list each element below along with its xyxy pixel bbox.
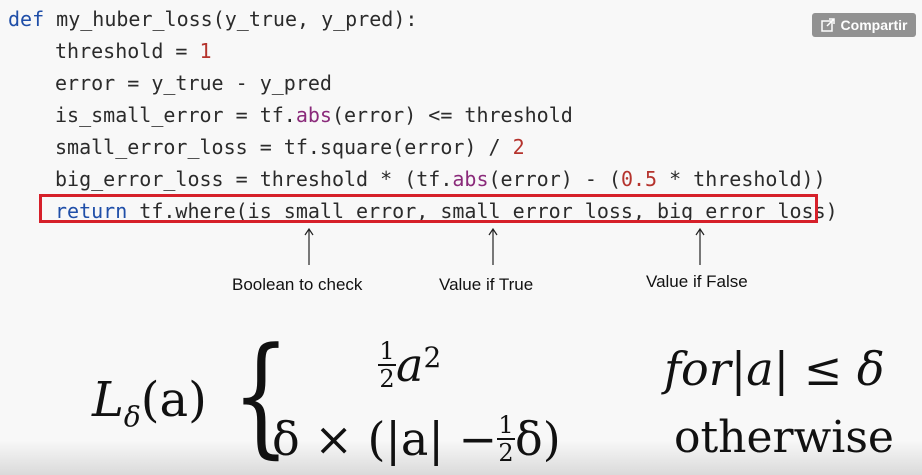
code-line-1: def my_huber_loss(y_true, y_pred): [8, 3, 838, 35]
formula-lhs: Lδ(a) [92, 372, 207, 434]
divisor-value: 2 [512, 135, 525, 159]
fraction-denominator: 2 [379, 365, 395, 393]
big-error-loss-suffix: * threshold)) [657, 167, 826, 191]
half-value: 0.5 [620, 167, 658, 191]
arrow-up-icon [304, 228, 314, 265]
code-line-5: small_error_loss = tf.square(error) / 2 [8, 131, 838, 163]
code-block: def my_huber_loss(y_true, y_pred): thres… [8, 0, 838, 227]
formula-L: L [92, 372, 124, 428]
code-line-2: threshold = 1 [8, 35, 838, 67]
bottom-shadow [0, 440, 922, 475]
formula-delta-subscript: δ [123, 400, 141, 434]
formula-argument: (a) [140, 372, 207, 428]
arrow-up-icon [695, 228, 705, 265]
exponent: 2 [423, 340, 442, 374]
variable-a: a [396, 338, 424, 392]
annotation-true: Value if True [439, 275, 534, 294]
big-error-loss-prefix: big_error_loss = threshold * (tf. [55, 167, 453, 191]
threshold-assign: threshold = [55, 39, 200, 63]
function-signature: my_huber_loss(y_true, y_pred): [44, 7, 418, 31]
annotation-boolean: Boolean to check [232, 275, 363, 294]
code-line-3: error = y_true - y_pred [8, 67, 838, 99]
small-error-loss-prefix: small_error_loss = tf.square(error) / [55, 135, 513, 159]
share-icon [820, 18, 835, 32]
abs-call-2: abs [452, 167, 489, 191]
def-keyword: def [8, 7, 45, 31]
share-button[interactable]: Compartir [812, 13, 916, 37]
abs-call: abs [295, 103, 332, 127]
is-small-error-prefix: is_small_error = tf. [55, 103, 296, 127]
big-error-loss-mid: (error) - ( [488, 167, 621, 191]
code-line-4: is_small_error = tf.abs(error) <= thresh… [8, 99, 838, 131]
highlight-box [39, 194, 818, 223]
threshold-value: 1 [199, 39, 212, 63]
arrow-up-icon [488, 228, 498, 265]
share-label: Compartir [840, 17, 908, 33]
annotation-false: Value if False [646, 272, 748, 291]
case1-expression: 1 2 a2 [378, 338, 441, 392]
fraction-numerator: 1 [498, 411, 514, 439]
fraction-half: 1 2 [378, 339, 396, 391]
is-small-error-suffix: (error) <= threshold [331, 103, 573, 127]
fraction-numerator: 1 [379, 337, 395, 365]
error-assign: error = y_true - y_pred [55, 71, 332, 95]
case1-condition: for|a| ≤ δ [664, 342, 885, 396]
code-line-6: big_error_loss = threshold * (tf.abs(err… [8, 163, 838, 195]
